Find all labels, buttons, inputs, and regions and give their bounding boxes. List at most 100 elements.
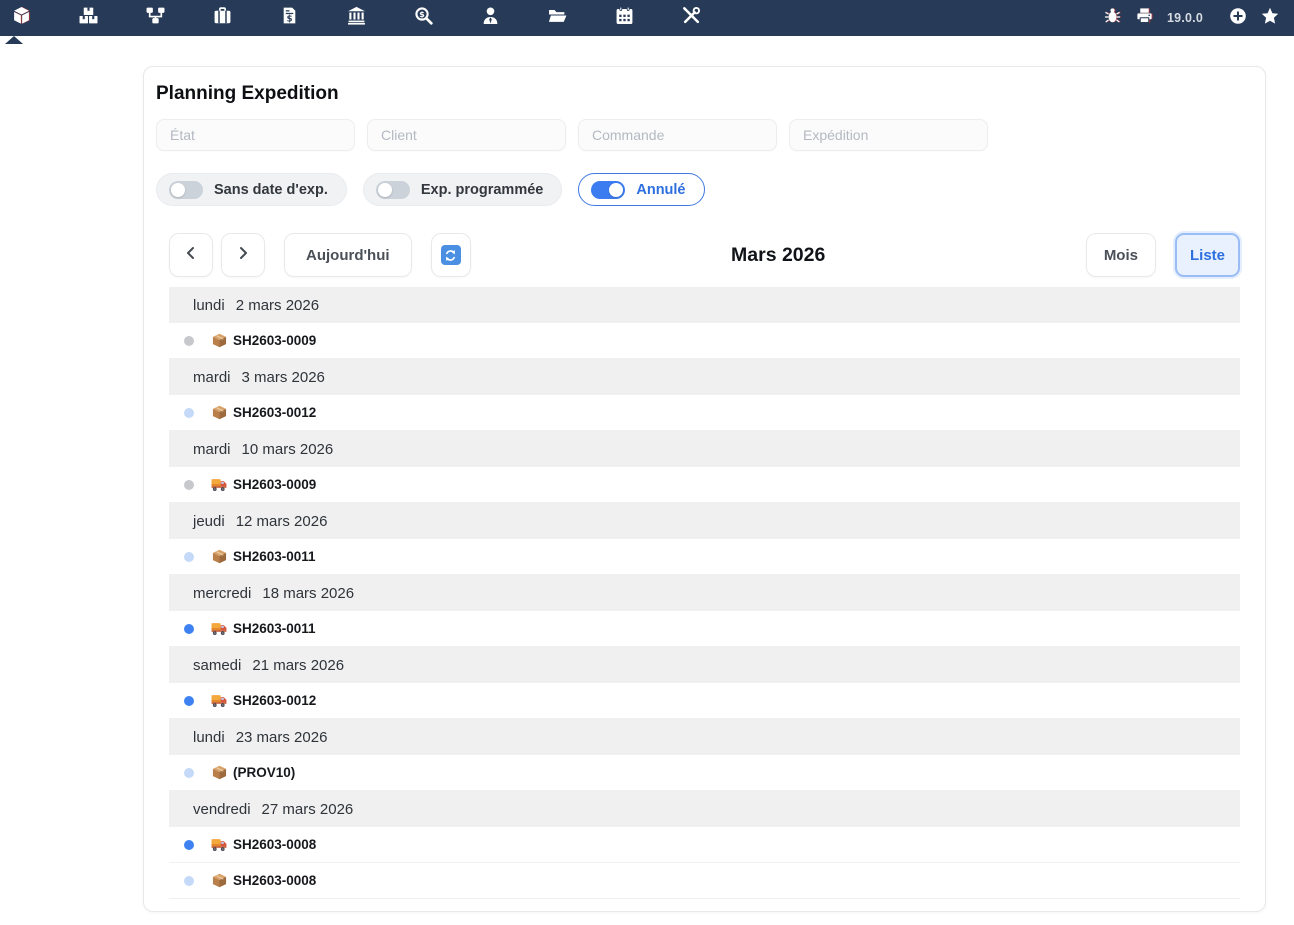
month-view-button[interactable]: Mois	[1085, 233, 1156, 277]
day-date: 10 mars 2026	[241, 440, 334, 458]
event-row[interactable]: SH2603-0011	[169, 539, 1240, 575]
event-title: SH2603-0011	[233, 549, 316, 564]
day-weekday: mardi	[193, 368, 231, 386]
day-weekday: mardi	[193, 440, 231, 458]
nav-item-organization[interactable]	[146, 6, 165, 30]
event-row[interactable]: SH2603-0008	[169, 863, 1240, 899]
toggle-sans-date[interactable]: Sans date d'exp.	[156, 173, 347, 206]
day-header-row: mardi 10 mars 2026	[169, 431, 1240, 467]
chevron-left-icon	[183, 245, 199, 265]
event-row[interactable]: SH2603-0008	[169, 827, 1240, 863]
nav-item-commerce[interactable]	[213, 6, 232, 30]
toggle-label: Sans date d'exp.	[214, 181, 328, 198]
prev-month-button[interactable]	[169, 233, 213, 277]
active-menu-caret	[5, 36, 23, 44]
etat-filter-input[interactable]	[156, 119, 355, 151]
toggle-annule[interactable]: Annulé	[578, 173, 705, 206]
briefcase-icon	[213, 6, 232, 30]
bug-icon	[1104, 7, 1121, 29]
day-header-row: lundi 2 mars 2026	[169, 287, 1240, 323]
sync-icon	[440, 245, 461, 265]
event-title: (PROV10)	[233, 765, 296, 780]
package-icon	[211, 873, 227, 889]
folder-open-icon	[548, 6, 567, 30]
next-month-button[interactable]	[221, 233, 265, 277]
toggle-exp-programmee[interactable]: Exp. programmée	[362, 173, 563, 206]
day-header-row: lundi 23 mars 2026	[169, 719, 1240, 755]
package-icon	[211, 333, 227, 349]
day-date: 23 mars 2026	[235, 728, 328, 746]
day-header-row: samedi 21 mars 2026	[169, 647, 1240, 683]
plus-circle-icon	[1229, 7, 1247, 30]
switch-knob	[171, 182, 185, 197]
nav-item-hr[interactable]	[481, 7, 500, 28]
day-weekday: vendredi	[193, 800, 251, 818]
svg-text:$: $	[287, 13, 293, 23]
bookmarks-button[interactable]	[1260, 7, 1279, 30]
event-row[interactable]: (PROV10)	[169, 755, 1240, 791]
day-date: 12 mars 2026	[235, 512, 328, 530]
event-title: SH2603-0012	[233, 405, 317, 420]
day-date: 3 mars 2026	[241, 368, 325, 386]
event-row[interactable]: SH2603-0009	[169, 467, 1240, 503]
nav-item-documents[interactable]	[548, 9, 567, 28]
package-icon	[211, 405, 227, 421]
refresh-button[interactable]	[430, 233, 471, 277]
calendar-title: Mars 2026	[731, 243, 826, 266]
commande-filter-input[interactable]	[578, 119, 777, 151]
nav-item-tools[interactable]	[682, 6, 701, 28]
page-title: Planning Expedition	[156, 83, 339, 104]
event-dot-blue	[184, 695, 194, 706]
svg-text:$: $	[419, 10, 425, 19]
diagram-icon	[146, 6, 165, 30]
day-header-row: mercredi 18 mars 2026	[169, 575, 1240, 611]
day-date: 27 mars 2026	[261, 800, 354, 818]
list-view-button[interactable]: Liste	[1174, 233, 1240, 277]
event-dot-light_blue	[184, 551, 194, 562]
toggle-switch-1	[375, 180, 410, 199]
filter-row	[156, 119, 1253, 151]
day-header-row: jeudi 12 mars 2026	[169, 503, 1240, 539]
toggle-row: Sans date d'exp. Exp. programmée Annulé	[156, 173, 1253, 206]
nav-item-agenda[interactable]	[615, 6, 634, 30]
print-button[interactable]	[1135, 8, 1154, 28]
event-dot-light_blue	[184, 407, 194, 418]
event-row[interactable]: SH2603-0012	[169, 395, 1240, 431]
switch-knob	[377, 182, 392, 197]
switch-knob	[609, 182, 624, 197]
version-label: 19.0.0	[1167, 11, 1203, 25]
truck-icon	[211, 693, 227, 709]
client-filter-input[interactable]	[367, 119, 566, 151]
nav-item-products[interactable]	[12, 7, 31, 28]
event-dot-gray	[184, 335, 194, 346]
day-weekday: lundi	[193, 728, 225, 746]
planning-card: Planning Expedition Sans date d'exp. Exp…	[143, 66, 1266, 912]
star-icon	[1261, 7, 1279, 30]
expedition-filter-input[interactable]	[789, 119, 988, 151]
quick-add-button[interactable]	[1228, 7, 1247, 30]
event-row[interactable]: SH2603-0011	[169, 611, 1240, 647]
day-weekday: lundi	[193, 296, 225, 314]
event-dot-blue	[184, 623, 194, 634]
package-icon	[211, 765, 227, 781]
event-row[interactable]: SH2603-0012	[169, 683, 1240, 719]
nav-item-accounting[interactable]: $	[414, 7, 433, 28]
toggle-switch-0	[169, 180, 203, 199]
top-navbar: $ $ 19.0.0	[0, 0, 1294, 36]
event-dot-light_blue	[184, 875, 194, 886]
event-row[interactable]: SH2603-0009	[169, 323, 1240, 359]
nav-item-billing[interactable]: $	[280, 7, 299, 28]
today-button[interactable]: Aujourd'hui	[284, 233, 412, 277]
chevron-right-icon	[235, 245, 251, 265]
event-title: SH2603-0008	[233, 873, 317, 888]
event-title: SH2603-0012	[233, 693, 317, 708]
day-header-row: mardi 3 mars 2026	[169, 359, 1240, 395]
nav-item-stock[interactable]	[79, 7, 98, 28]
navbar-right: 19.0.0	[1103, 7, 1294, 30]
day-header-row: vendredi 27 mars 2026	[169, 791, 1240, 827]
calendar-icon	[615, 6, 634, 30]
nav-item-bank[interactable]	[347, 6, 366, 28]
bug-report-button[interactable]	[1103, 7, 1122, 29]
day-weekday: mercredi	[193, 584, 252, 602]
toggle-label: Exp. programmée	[420, 181, 544, 198]
